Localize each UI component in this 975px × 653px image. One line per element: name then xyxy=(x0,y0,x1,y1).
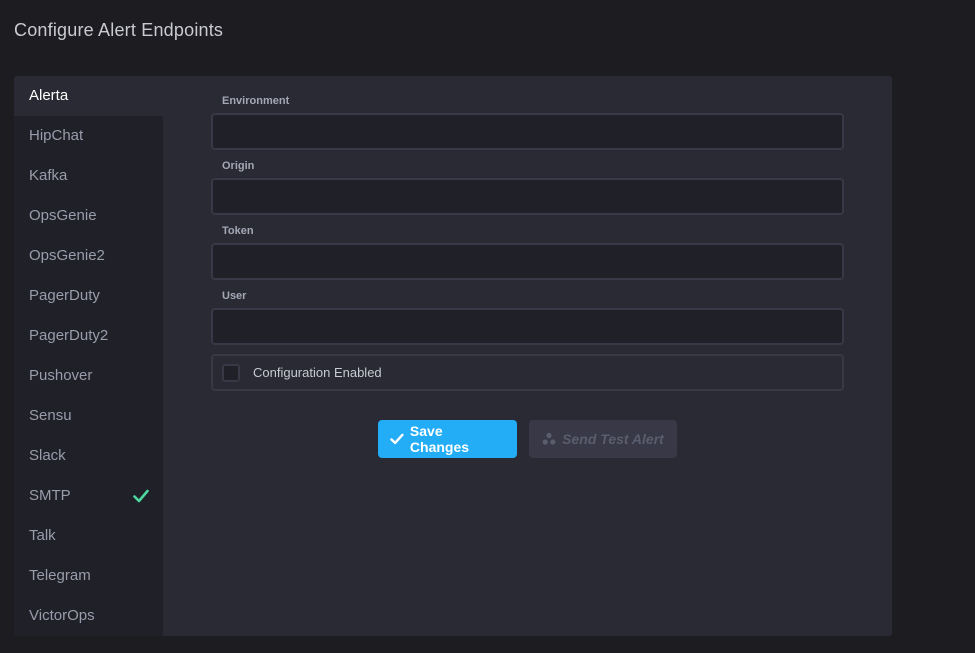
endpoint-sidebar: Alerta HipChat Kafka OpsGenie OpsGenie2 … xyxy=(14,76,163,636)
sidebar-item-alerta[interactable]: Alerta xyxy=(14,76,163,116)
page-title: Configure Alert Endpoints xyxy=(14,20,224,40)
save-changes-label: Save Changes xyxy=(409,423,470,455)
form-actions: Save Changes Send Test Alert xyxy=(378,420,677,458)
user-label: User xyxy=(222,290,247,302)
sidebar-item-label: Slack xyxy=(29,447,66,464)
token-label: Token xyxy=(222,225,254,237)
save-changes-button[interactable]: Save Changes xyxy=(378,420,517,458)
sidebar-item-label: Talk xyxy=(29,527,56,544)
sidebar-item-label: OpsGenie2 xyxy=(29,247,105,264)
environment-label: Environment xyxy=(222,95,290,107)
configuration-enabled-checkbox[interactable] xyxy=(222,363,240,382)
sidebar-item-label: PagerDuty xyxy=(29,287,100,304)
check-icon xyxy=(133,489,149,503)
nodes-icon xyxy=(542,432,556,445)
sidebar-item-label: Telegram xyxy=(29,567,91,584)
configuration-enabled-row: Configuration Enabled xyxy=(211,354,844,391)
alerta-config-form: Environment Origin Token User Configurat… xyxy=(211,94,844,391)
sidebar-item-talk[interactable]: Talk xyxy=(14,516,163,556)
send-test-alert-label: Send Test Alert xyxy=(562,431,664,447)
sidebar-item-pagerduty[interactable]: PagerDuty xyxy=(14,276,163,316)
sidebar-item-smtp[interactable]: SMTP xyxy=(14,476,163,516)
configuration-enabled-label[interactable]: Configuration Enabled xyxy=(253,365,382,380)
origin-input[interactable] xyxy=(211,178,844,215)
sidebar-item-label: VictorOps xyxy=(29,607,95,624)
sidebar-item-label: Alerta xyxy=(29,87,69,104)
sidebar-item-label: Sensu xyxy=(29,407,72,424)
sidebar-item-label: HipChat xyxy=(29,127,84,144)
user-input[interactable] xyxy=(211,308,844,345)
sidebar-item-label: OpsGenie xyxy=(29,207,97,224)
sidebar-item-victorops[interactable]: VictorOps xyxy=(14,596,163,636)
sidebar-item-label: PagerDuty2 xyxy=(29,327,109,344)
check-icon xyxy=(390,433,404,445)
sidebar-item-label: Pushover xyxy=(29,367,93,384)
sidebar-item-opsgenie[interactable]: OpsGenie xyxy=(14,196,163,236)
sidebar-item-hipchat[interactable]: HipChat xyxy=(14,116,163,156)
send-test-alert-button[interactable]: Send Test Alert xyxy=(529,420,677,458)
sidebar-item-label: Kafka xyxy=(29,167,68,184)
sidebar-item-pushover[interactable]: Pushover xyxy=(14,356,163,396)
sidebar-item-pagerduty2[interactable]: PagerDuty2 xyxy=(14,316,163,356)
sidebar-item-opsgenie2[interactable]: OpsGenie2 xyxy=(14,236,163,276)
environment-input[interactable] xyxy=(211,113,844,150)
sidebar-item-slack[interactable]: Slack xyxy=(14,436,163,476)
sidebar-item-sensu[interactable]: Sensu xyxy=(14,396,163,436)
token-input[interactable] xyxy=(211,243,844,280)
sidebar-item-kafka[interactable]: Kafka xyxy=(14,156,163,196)
alert-endpoints-panel: Alerta HipChat Kafka OpsGenie OpsGenie2 … xyxy=(14,76,892,636)
sidebar-item-label: SMTP xyxy=(29,487,71,504)
sidebar-item-telegram[interactable]: Telegram xyxy=(14,556,163,596)
origin-label: Origin xyxy=(222,160,255,172)
